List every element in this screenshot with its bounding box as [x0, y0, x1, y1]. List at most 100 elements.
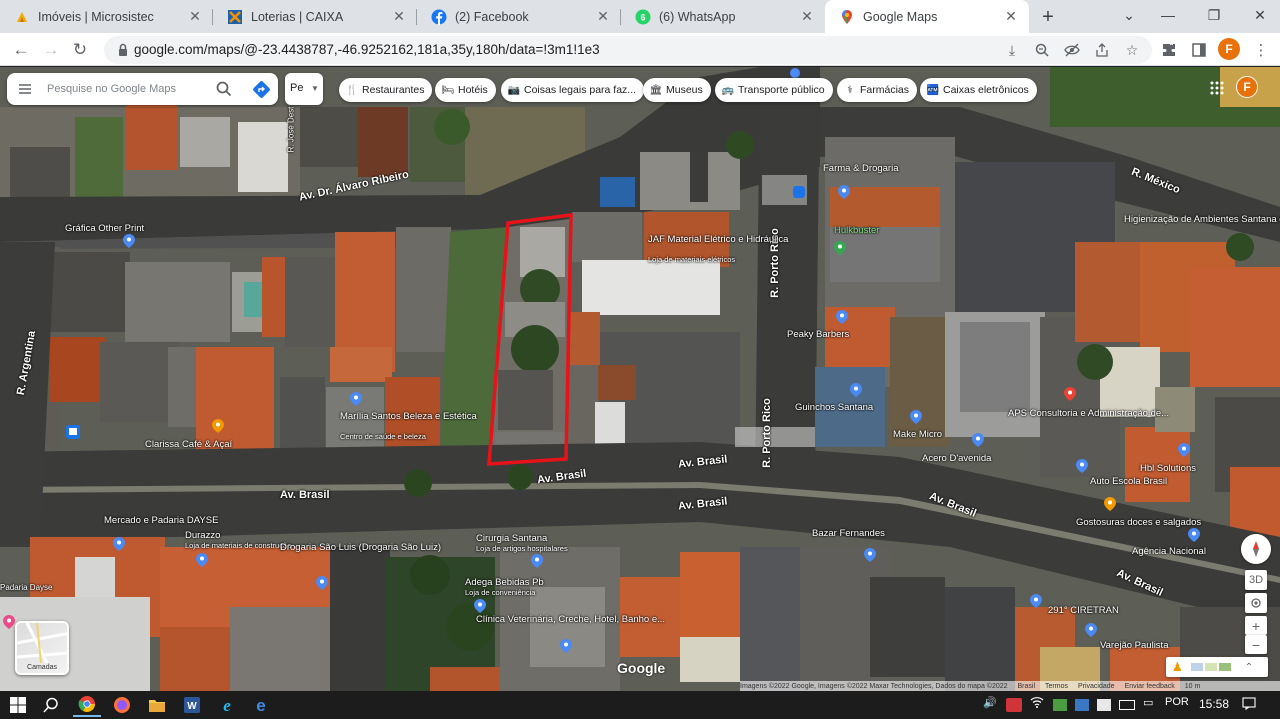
tilt-3d-button[interactable]: 3D [1245, 570, 1267, 590]
place-label[interactable]: Bazar Fernandes [812, 528, 885, 539]
imagery-thumb-icon[interactable] [1218, 663, 1231, 671]
chrome-icon[interactable] [73, 693, 101, 717]
reload-button[interactable]: ↻ [67, 37, 93, 63]
account-avatar[interactable]: F [1236, 76, 1258, 98]
more-menu-icon[interactable]: ⋮ [1250, 39, 1272, 61]
minimize-button[interactable]: — [1145, 0, 1191, 30]
chip-caixas-eletronicos[interactable]: 🏧 Caixas eletrônicos [920, 78, 1037, 102]
pharmacy-pin-icon[interactable] [838, 185, 850, 199]
hamburger-menu-icon[interactable] [17, 81, 33, 97]
restore-button[interactable]: ❐ [1191, 0, 1237, 30]
tab-google-maps[interactable]: Google Maps ✕ [825, 0, 1029, 33]
food-pin-icon[interactable] [3, 615, 15, 629]
close-tab-icon[interactable]: ✕ [389, 7, 409, 27]
my-location-icon[interactable] [1245, 593, 1267, 613]
shop-pin-icon[interactable] [113, 537, 125, 551]
shop-pin-icon[interactable] [196, 553, 208, 567]
share-icon[interactable] [1092, 40, 1112, 60]
place-pin-icon[interactable] [1076, 459, 1088, 473]
search-icon[interactable] [215, 80, 233, 98]
close-tab-icon[interactable]: ✕ [593, 7, 613, 27]
footer-link-termos[interactable]: Termos [1045, 683, 1068, 690]
place-label[interactable]: Centro de saúde e beleza [340, 432, 426, 441]
tab-caixa[interactable]: Loterias | CAIXA ✕ [213, 0, 417, 33]
close-tab-icon[interactable]: ✕ [185, 7, 205, 27]
close-window-button[interactable]: ✕ [1237, 0, 1280, 30]
footer-link-brasil[interactable]: Brasil [1018, 683, 1036, 690]
footer-link-feedback[interactable]: Enviar feedback [1125, 683, 1175, 690]
network-icon[interactable]: ▭ [1143, 696, 1153, 709]
place-label[interactable]: Mercado e Padaria DAYSE [104, 515, 218, 526]
google-apps-icon[interactable] [1209, 80, 1225, 96]
place-pin-icon[interactable] [1178, 443, 1190, 457]
chip-restaurantes[interactable]: 🍴 Restaurantes [339, 78, 433, 102]
word-icon[interactable]: W [178, 693, 206, 717]
close-tab-icon[interactable]: ✕ [1001, 7, 1021, 27]
directions-icon[interactable] [252, 80, 271, 99]
install-icon[interactable]: ⤓ [1002, 40, 1022, 60]
chip-hoteis[interactable]: 🛏 Hotéis [435, 78, 496, 102]
imagery-thumb-icon[interactable] [1190, 663, 1203, 671]
pharmacy-pin-icon[interactable] [316, 576, 328, 590]
place-label[interactable]: Clínica Veterinária, Creche, Hotel, Banh… [476, 614, 665, 625]
close-tab-icon[interactable]: ✕ [797, 7, 817, 27]
shop-pin-icon[interactable] [474, 599, 486, 613]
place-label[interactable]: Varejão Paulista [1100, 640, 1168, 651]
wifi-icon[interactable] [1030, 696, 1044, 711]
map-search-input[interactable] [47, 79, 207, 99]
place-label[interactable]: Durazzo [185, 530, 220, 541]
layer-switcher[interactable]: Camadas [15, 621, 69, 675]
place-label[interactable]: Auto Escola Brasil [1090, 476, 1167, 487]
forward-button[interactable]: → [38, 37, 64, 63]
satellite-imagery[interactable] [0, 67, 1280, 691]
place-label[interactable]: Agência Nacional [1132, 546, 1206, 557]
layer-toggle-button[interactable]: Pе ▼ [285, 73, 323, 105]
place-label[interactable]: 291° CIRETRAN [1048, 605, 1119, 616]
pegman-icon[interactable]: ♟ [1172, 660, 1183, 674]
place-pin-icon[interactable] [850, 383, 862, 397]
speaker-icon[interactable]: 🔊 [983, 696, 997, 709]
tray-app-icon[interactable] [1075, 699, 1089, 711]
clock[interactable]: 15:58 [1199, 697, 1229, 711]
edge-icon[interactable]: e [247, 693, 275, 717]
street-view-controls[interactable]: ♟ ⌃ [1166, 657, 1268, 677]
place-label[interactable]: Guinchos Santana [795, 402, 873, 413]
place-label[interactable]: Adega Bebidas Pb [465, 577, 544, 588]
zoom-out-button[interactable]: − [1245, 635, 1267, 654]
side-panel-icon[interactable] [1188, 39, 1210, 61]
internet-explorer-icon[interactable]: e [213, 693, 241, 717]
extensions-icon[interactable] [1158, 39, 1180, 61]
footer-link-privacidade[interactable]: Privacidade [1078, 683, 1115, 690]
tray-app-icon[interactable] [1097, 699, 1111, 711]
expand-icon[interactable]: ⌃ [1245, 662, 1253, 673]
address-bar[interactable]: google.com/maps/@-23.4438787,-46.9252162… [104, 36, 1152, 64]
place-pin-icon[interactable] [834, 241, 846, 255]
compass-icon[interactable] [1241, 534, 1271, 564]
shop-pin-icon[interactable] [1085, 623, 1097, 637]
place-label[interactable]: Hbl Solutions [1140, 463, 1196, 474]
search-icon[interactable] [37, 693, 65, 717]
windows-start-icon[interactable] [4, 693, 32, 717]
tray-app-icon[interactable] [1053, 699, 1067, 711]
place-pin-icon[interactable] [531, 554, 543, 568]
zoom-in-button[interactable]: + [1245, 616, 1267, 635]
eye-off-icon[interactable] [1062, 40, 1082, 60]
zoom-icon[interactable] [1032, 40, 1052, 60]
imagery-thumb-icon[interactable] [1204, 663, 1217, 671]
back-button[interactable]: ← [8, 37, 34, 63]
firefox-icon[interactable] [108, 693, 136, 717]
place-pin-icon[interactable] [1030, 594, 1042, 608]
new-tab-button[interactable]: + [1036, 5, 1060, 29]
place-label[interactable]: Hulkbuster [834, 225, 879, 236]
place-label[interactable]: Cirurgia Santana [476, 533, 547, 544]
notifications-icon[interactable] [1242, 696, 1256, 713]
chip-farmacias[interactable]: ⚕ Farmácias [837, 78, 918, 102]
chip-coisas-legais[interactable]: 📷 Coisas legais para faz... [501, 78, 645, 102]
satellite-map[interactable]: Av. Dr. Álvaro Ribeiro R. Argentina Av. … [0, 67, 1280, 691]
food-pin-icon[interactable] [1104, 497, 1116, 511]
place-label[interactable]: Peaky Barbers [787, 329, 849, 340]
place-label[interactable]: Padaria Dayse [0, 583, 52, 592]
scale-label[interactable]: 10 m [1185, 683, 1201, 690]
bus-stop-icon[interactable] [793, 186, 805, 198]
place-label[interactable]: Drogaria São Luis (Drogaria São Luiz) [280, 542, 441, 553]
